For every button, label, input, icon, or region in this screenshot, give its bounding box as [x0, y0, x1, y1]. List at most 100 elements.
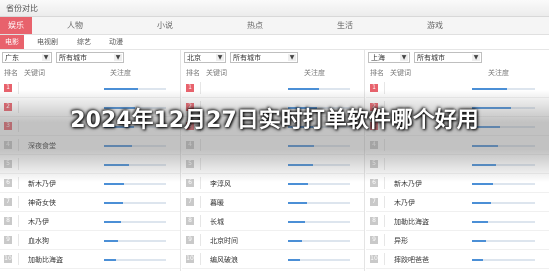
subtab-1[interactable]: 电影 [0, 35, 24, 49]
rank-badge: 8 [186, 217, 194, 225]
table-row[interactable]: 7 神奇女侠 [0, 194, 180, 212]
attention-bar [288, 240, 350, 242]
table-row[interactable]: 10 加勒比海盗 [0, 251, 180, 269]
keyword-link[interactable]: 加勒比海盗 [28, 255, 63, 265]
keyword-link[interactable]: 血水狗 [28, 236, 49, 246]
table-row[interactable]: 8 长城 [182, 213, 364, 231]
attention-bar [472, 240, 535, 242]
keyword-link[interactable]: 北京时间 [210, 236, 238, 246]
attention-bar-fill [288, 202, 307, 204]
province-value-2: 北京 [187, 54, 201, 62]
col-rank: 排名 [4, 69, 18, 77]
subtab-4[interactable]: 动漫 [104, 35, 128, 49]
headline-overlay: 2024年12月27日实时打单软件哪个好用 [70, 108, 479, 133]
subtab-3[interactable]: 综艺 [72, 35, 96, 49]
chevron-down-icon: ▼ [216, 54, 224, 61]
table-header-3: 排名 关键词 关注度 [366, 68, 549, 78]
keyword-link[interactable]: 长城 [210, 217, 224, 227]
tab-category-2[interactable]: 人物 [60, 17, 90, 34]
tab-category-1[interactable]: 娱乐 [0, 17, 32, 34]
city-select-2[interactable]: 所有城市 ▼ [230, 52, 298, 63]
table-header-1: 排名 关键词 关注度 [0, 68, 180, 78]
chevron-down-icon: ▼ [114, 54, 122, 61]
city-value-3: 所有城市 [417, 54, 445, 62]
keyword-link[interactable]: 神奇女侠 [28, 198, 56, 208]
window-titlebar: 省份对比 [0, 0, 549, 17]
rank-badge: 9 [370, 236, 378, 244]
city-select-1[interactable]: 所有城市 ▼ [56, 52, 124, 63]
row-divider [18, 234, 19, 246]
row-divider [384, 253, 385, 265]
tab-category-3[interactable]: 小说 [150, 17, 180, 34]
chevron-down-icon: ▼ [472, 54, 480, 61]
attention-bar-fill [472, 259, 483, 261]
category-tabs: 娱乐 人物 小说 热点 生活 游戏 [0, 17, 549, 35]
row-divider [200, 215, 201, 227]
rank-badge: 9 [186, 236, 194, 244]
attention-bar-fill [288, 183, 308, 185]
attention-bar [472, 221, 535, 223]
attention-bar [104, 221, 166, 223]
province-value-3: 上海 [371, 54, 385, 62]
attention-bar [472, 259, 535, 261]
keyword-link[interactable]: 摔跤吧爸爸 [394, 255, 429, 265]
row-divider [384, 196, 385, 208]
rank-badge: 7 [186, 198, 194, 206]
province-select-2[interactable]: 北京 ▼ [184, 52, 226, 63]
attention-bar-fill [104, 259, 116, 261]
sub-tabs: 电影 电视剧 综艺 动漫 [0, 35, 549, 50]
rank-badge: 7 [4, 198, 12, 206]
table-row[interactable]: 7 木乃伊 [366, 194, 549, 212]
attention-bar [104, 183, 166, 185]
attention-bar [104, 240, 166, 242]
attention-bar-fill [472, 221, 488, 223]
rank-badge: 10 [4, 255, 12, 263]
row-divider [200, 196, 201, 208]
table-header-2: 排名 关键词 关注度 [182, 68, 364, 78]
tab-category-4[interactable]: 热点 [240, 17, 270, 34]
table-row[interactable]: 10 编风破浪 [182, 251, 364, 269]
row-divider [18, 196, 19, 208]
rank-badge: 10 [370, 255, 378, 263]
row-divider [200, 234, 201, 246]
attention-bar-fill [288, 240, 302, 242]
table-row[interactable]: 9 血水狗 [0, 232, 180, 250]
table-row[interactable]: 7 暮暖 [182, 194, 364, 212]
subtab-2[interactable]: 电视剧 [32, 35, 63, 49]
attention-bar-fill [104, 202, 123, 204]
attention-bar-fill [288, 221, 305, 223]
chevron-down-icon: ▼ [42, 54, 50, 61]
keyword-link[interactable]: 木乃伊 [394, 198, 415, 208]
city-select-3[interactable]: 所有城市 ▼ [414, 52, 482, 63]
province-select-1[interactable]: 广东 ▼ [2, 52, 52, 63]
col-keyword: 关键词 [390, 69, 411, 77]
rank-badge: 9 [4, 236, 12, 244]
rank-badge: 10 [186, 255, 194, 263]
window-title: 省份对比 [6, 4, 38, 13]
attention-bar-fill [472, 202, 491, 204]
attention-bar-fill [104, 240, 118, 242]
attention-bar-fill [104, 221, 121, 223]
attention-bar [104, 202, 166, 204]
tab-category-6[interactable]: 游戏 [420, 17, 450, 34]
province-select-3[interactable]: 上海 ▼ [368, 52, 410, 63]
table-row[interactable]: 8 木乃伊 [0, 213, 180, 231]
table-row[interactable]: 10 摔跤吧爸爸 [366, 251, 549, 269]
attention-bar [288, 183, 350, 185]
keyword-link[interactable]: 加勒比海盗 [394, 217, 429, 227]
keyword-link[interactable]: 异形 [394, 236, 408, 246]
row-divider [18, 215, 19, 227]
tab-category-5[interactable]: 生活 [330, 17, 360, 34]
keyword-link[interactable]: 暮暖 [210, 198, 224, 208]
keyword-link[interactable]: 木乃伊 [28, 217, 49, 227]
col-attention: 关注度 [488, 69, 509, 77]
table-row[interactable]: 9 北京时间 [182, 232, 364, 250]
table-row[interactable]: 9 异形 [366, 232, 549, 250]
attention-bar [288, 221, 350, 223]
attention-bar [288, 202, 350, 204]
province-value-1: 广东 [5, 54, 19, 62]
attention-bar [472, 202, 535, 204]
keyword-link[interactable]: 编风破浪 [210, 255, 238, 265]
table-row[interactable]: 8 加勒比海盗 [366, 213, 549, 231]
col-attention: 关注度 [110, 69, 131, 77]
